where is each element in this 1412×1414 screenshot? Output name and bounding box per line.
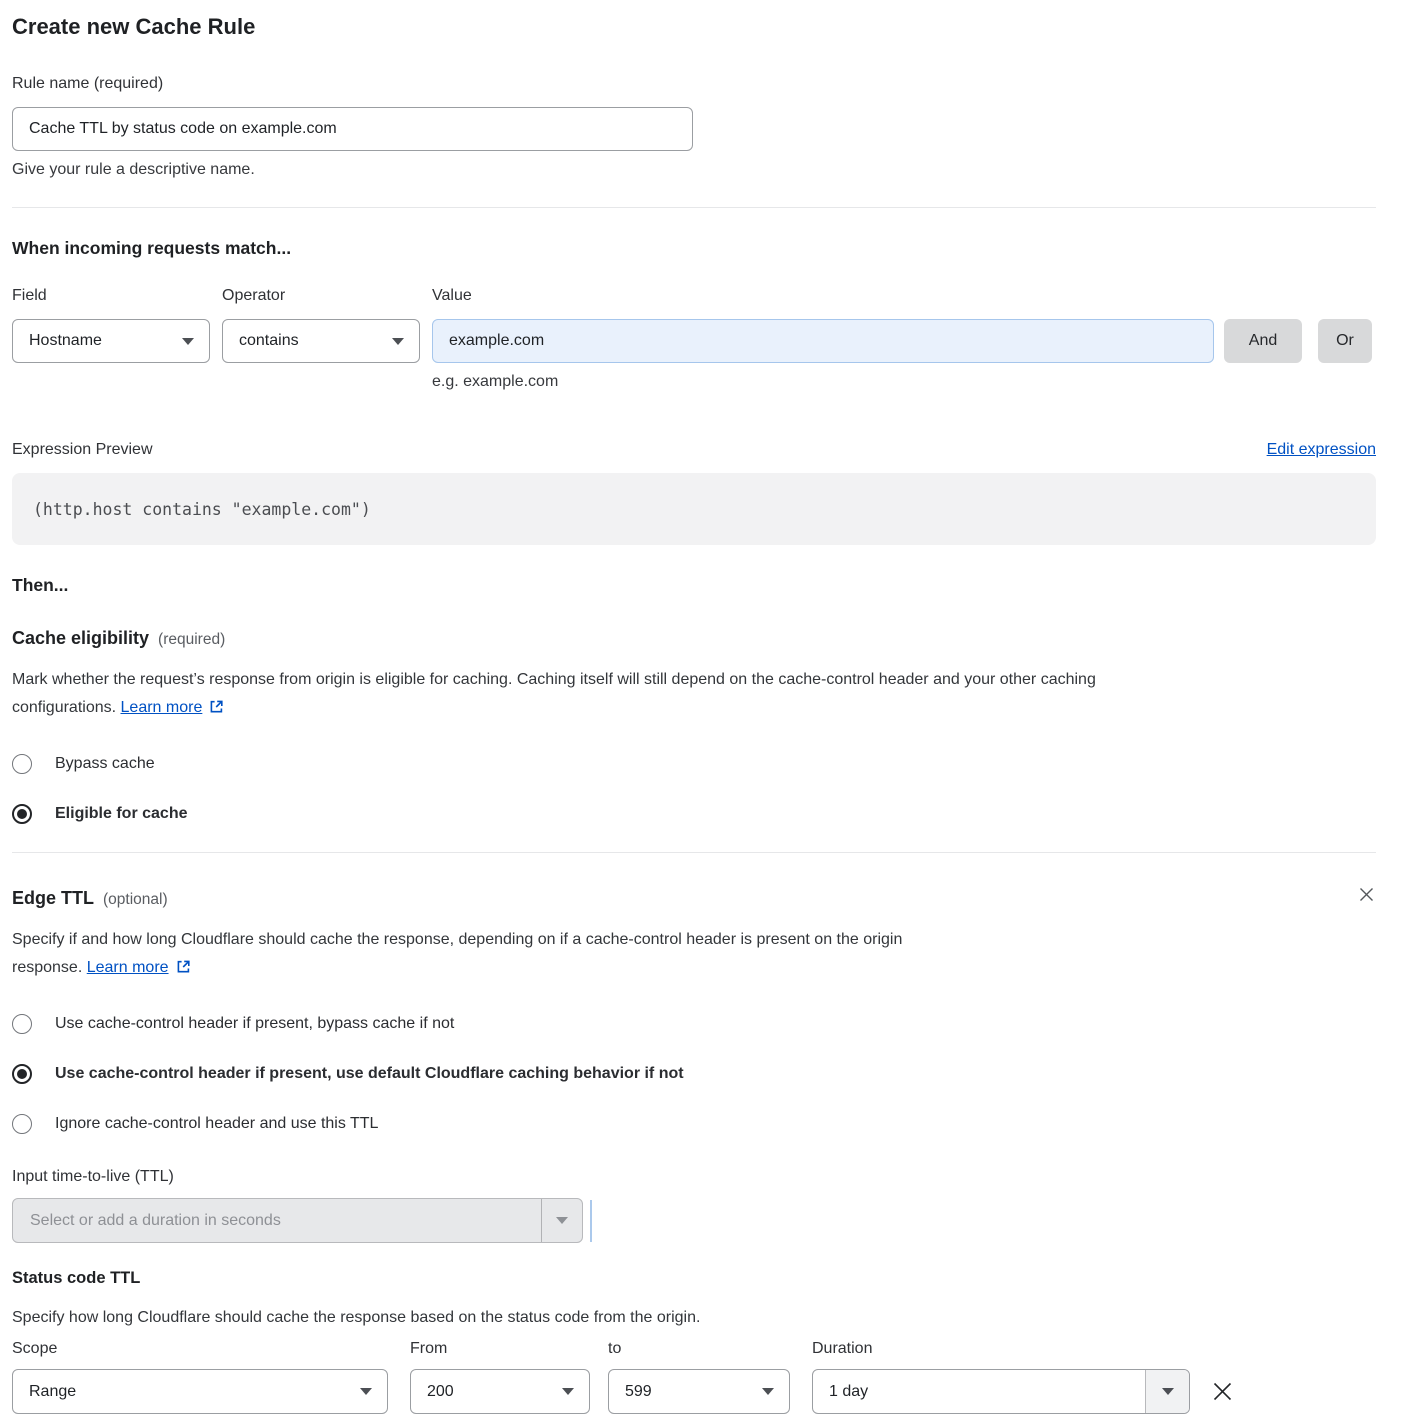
expression-header: Expression Preview Edit expression	[12, 441, 1376, 459]
radio-label: Use cache-control header if present, use…	[55, 1065, 684, 1083]
create-cache-rule-form: Create new Cache Rule Rule name (require…	[0, 0, 1412, 1414]
status-code-ttl-section: Status code TTL Specify how long Cloudfl…	[12, 1269, 1376, 1414]
match-heading: When incoming requests match...	[12, 238, 1376, 259]
required-tag: (required)	[158, 631, 225, 649]
radio-label: Ignore cache-control header and use this…	[55, 1115, 378, 1133]
value-help: e.g. example.com	[432, 373, 1214, 391]
description-text: Specify if and how long Cloudflare shoul…	[12, 931, 902, 948]
radio-icon	[12, 1114, 32, 1134]
duration-label: Duration	[812, 1339, 1190, 1358]
scope-label: Scope	[12, 1339, 388, 1358]
edge-ttl-header: Edge TTL (optional)	[12, 885, 1376, 909]
description-text: configurations.	[12, 699, 116, 716]
radio-label: Eligible for cache	[55, 805, 187, 823]
scope-select-value: Range	[29, 1383, 76, 1401]
optional-tag: (optional)	[103, 891, 168, 909]
ttl-dropdown-button[interactable]	[541, 1199, 582, 1242]
rule-name-help: Give your rule a descriptive name.	[12, 161, 1376, 179]
ttl-input-row: Select or add a duration in seconds	[12, 1198, 1376, 1243]
operator-select-value: contains	[239, 332, 299, 350]
status-labels-row: Scope From to Duration	[12, 1339, 1376, 1358]
chevron-down-icon	[392, 338, 404, 345]
match-section: When incoming requests match... Field Ho…	[12, 238, 1376, 391]
edge-ttl-description: Specify if and how long Cloudflare shoul…	[12, 926, 1376, 984]
description-text: Mark whether the request’s response from…	[12, 671, 1096, 688]
status-code-ttl-title: Status code TTL	[12, 1269, 1376, 1288]
field-label: Field	[12, 286, 210, 305]
chevron-down-icon	[562, 1388, 574, 1395]
edit-expression-link[interactable]: Edit expression	[1267, 441, 1376, 459]
operator-column: Operator contains	[222, 286, 420, 363]
or-button[interactable]: Or	[1318, 319, 1372, 363]
learn-more-link[interactable]: Learn more	[87, 959, 169, 976]
ttl-input-label: Input time-to-live (TTL)	[12, 1168, 1376, 1186]
from-select-value: 200	[427, 1383, 454, 1401]
page-title: Create new Cache Rule	[12, 14, 1376, 40]
learn-more-link[interactable]: Learn more	[121, 699, 203, 716]
duration-select-value: 1 day	[813, 1370, 1145, 1413]
chevron-down-icon	[182, 338, 194, 345]
from-label: From	[410, 1339, 590, 1358]
expression-code: (http.host contains "example.com")	[33, 500, 371, 519]
radio-label: Bypass cache	[55, 755, 155, 773]
chevron-down-icon	[556, 1217, 568, 1224]
section-divider	[12, 207, 1376, 208]
field-column: Field Hostname	[12, 286, 210, 363]
external-link-icon	[209, 701, 224, 718]
close-icon[interactable]	[1357, 885, 1376, 904]
duration-dropdown-button[interactable]	[1145, 1370, 1189, 1413]
external-link-icon	[176, 961, 191, 978]
radio-use-header-bypass[interactable]: Use cache-control header if present, byp…	[12, 1014, 454, 1034]
status-code-ttl-description: Specify how long Cloudflare should cache…	[12, 1309, 1376, 1327]
ttl-duration-select[interactable]: Select or add a duration in seconds	[12, 1198, 583, 1243]
field-select-value: Hostname	[29, 332, 102, 350]
radio-eligible-for-cache[interactable]: Eligible for cache	[12, 804, 187, 824]
chevron-down-icon	[360, 1388, 372, 1395]
radio-icon	[12, 804, 32, 824]
cache-eligibility-section: Cache eligibility (required) Mark whethe…	[12, 628, 1376, 824]
cache-eligibility-title: Cache eligibility	[12, 628, 149, 649]
value-column: Value e.g. example.com	[432, 286, 1214, 391]
rule-name-label: Rule name (required)	[12, 74, 1376, 93]
radio-icon	[12, 1014, 32, 1034]
delete-row-icon[interactable]	[1209, 1378, 1236, 1405]
expression-code-block: (http.host contains "example.com")	[12, 473, 1376, 545]
edge-ttl-section: Edge TTL (optional) Specify if and how l…	[12, 885, 1376, 1243]
cache-eligibility-description: Mark whether the request’s response from…	[12, 666, 1376, 724]
to-label: to	[608, 1339, 790, 1358]
match-condition-row: Field Hostname Operator contains Value e…	[12, 286, 1376, 391]
radio-ignore-header[interactable]: Ignore cache-control header and use this…	[12, 1114, 378, 1134]
value-input[interactable]	[432, 319, 1214, 363]
edge-ttl-title: Edge TTL	[12, 888, 94, 909]
radio-icon	[12, 1064, 32, 1084]
radio-use-header-default[interactable]: Use cache-control header if present, use…	[12, 1064, 684, 1084]
section-divider	[12, 852, 1376, 853]
ttl-placeholder: Select or add a duration in seconds	[13, 1199, 541, 1242]
text-cursor	[590, 1200, 592, 1242]
radio-bypass-cache[interactable]: Bypass cache	[12, 754, 155, 774]
description-text: response.	[12, 959, 82, 976]
field-select[interactable]: Hostname	[12, 319, 210, 363]
rule-name-input[interactable]	[12, 107, 693, 151]
chevron-down-icon	[762, 1388, 774, 1395]
cache-eligibility-header: Cache eligibility (required)	[12, 628, 1376, 649]
to-select-value: 599	[625, 1383, 652, 1401]
value-label: Value	[432, 286, 1214, 305]
and-button[interactable]: And	[1224, 319, 1302, 363]
expression-section: Expression Preview Edit expression (http…	[12, 441, 1376, 545]
radio-icon	[12, 754, 32, 774]
operator-select[interactable]: contains	[222, 319, 420, 363]
radio-label: Use cache-control header if present, byp…	[55, 1015, 454, 1033]
chevron-down-icon	[1162, 1388, 1174, 1395]
operator-label: Operator	[222, 286, 420, 305]
rule-name-section: Rule name (required) Give your rule a de…	[12, 74, 1376, 179]
then-heading: Then...	[12, 575, 1376, 596]
expression-preview-label: Expression Preview	[12, 441, 153, 459]
